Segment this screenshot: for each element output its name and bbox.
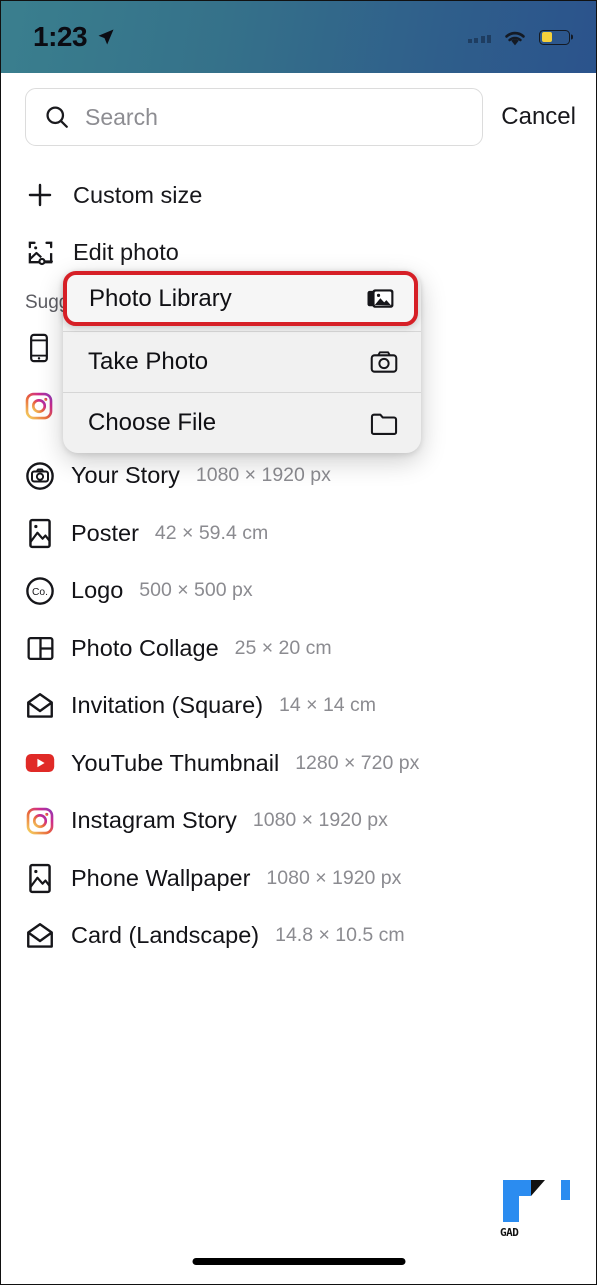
list-item-name: Phone Wallpaper: [71, 864, 251, 891]
watermark-logo: GAD: [499, 1176, 589, 1248]
status-bar: 1:23: [1, 1, 596, 73]
list-item-name: Invitation (Square): [71, 692, 264, 719]
list-item-name: Instagram Story: [71, 807, 237, 834]
list-item-dimensions: 1280 × 720 px: [295, 751, 420, 774]
phone-screen: 1:23 Search Cancel Custom size Edit phot…: [0, 0, 597, 1285]
list-item[interactable]: Poster 42 × 59.4 cm: [1, 505, 596, 563]
list-item[interactable]: Phone Wallpaper 1080 × 1920 px: [1, 850, 596, 908]
popup-item-label: Photo Library: [89, 284, 232, 312]
wifi-icon: [505, 31, 525, 45]
search-placeholder: Search: [85, 103, 158, 130]
search-icon: [46, 106, 68, 128]
popup-item-label: Take Photo: [88, 348, 209, 375]
list-item-name: Card (Landscape): [71, 922, 260, 949]
folder-icon: [369, 408, 399, 438]
list-item-name: Logo: [71, 577, 124, 604]
company-logo-icon: Co.: [25, 576, 55, 606]
svg-text:Co.: Co.: [32, 587, 48, 598]
list-item-name: YouTube Thumbnail: [71, 749, 280, 776]
home-indicator[interactable]: [192, 1258, 405, 1265]
envelope-icon: [25, 921, 55, 951]
edit-photo-option[interactable]: Edit photo: [25, 232, 179, 272]
battery-low-power-icon: [539, 29, 570, 45]
edit-photo-icon: [25, 237, 55, 267]
status-bar-left: 1:23: [33, 21, 116, 53]
list-item-dimensions: 25 × 20 cm: [234, 636, 332, 659]
list-item[interactable]: Co. Logo 500 × 500 px: [1, 562, 596, 620]
cancel-button[interactable]: Cancel: [497, 103, 580, 131]
list-item-dimensions: 14.8 × 10.5 cm: [275, 924, 405, 947]
list-item-dimensions: 500 × 500 px: [139, 579, 253, 602]
circle-camera-icon: [25, 461, 55, 491]
popup-item-choose-file[interactable]: Choose File: [63, 393, 421, 453]
envelope-icon: [25, 691, 55, 721]
list-item[interactable]: YouTube Thumbnail 1280 × 720 px: [1, 735, 596, 793]
photo-stack-icon: [366, 284, 396, 314]
cellular-bars-icon: [467, 31, 491, 43]
list-item-name: Poster: [71, 519, 139, 546]
search-row: Search Cancel: [1, 79, 596, 155]
search-input[interactable]: Search: [25, 88, 484, 146]
popup-item-take-photo[interactable]: Take Photo: [63, 332, 421, 392]
collage-grid-icon: [25, 633, 55, 663]
popup-item-label: Choose File: [88, 409, 217, 436]
portrait-image-icon: [25, 518, 55, 548]
list-item-name: Photo Collage: [71, 634, 219, 661]
list-item-dimensions: 1080 × 1920 px: [252, 809, 388, 832]
list-item-dimensions: 14 × 14 cm: [279, 694, 377, 717]
list-item[interactable]: Photo Collage 25 × 20 cm: [1, 620, 596, 678]
list-item-dimensions: 1080 × 1920 px: [195, 464, 331, 487]
youtube-icon: [25, 748, 55, 778]
edit-photo-label: Edit photo: [73, 238, 179, 265]
popup-item-photo-library[interactable]: Photo Library: [63, 271, 418, 326]
camera-icon: [369, 347, 399, 377]
watermark-mark: [503, 1180, 570, 1222]
list-item[interactable]: Card (Landscape) 14.8 × 10.5 cm: [1, 907, 596, 965]
custom-size-option[interactable]: Custom size: [25, 175, 202, 215]
list-item[interactable]: Instagram Story 1080 × 1920 px: [1, 792, 596, 850]
list-item-name: Your Story: [71, 462, 180, 489]
instagram-icon: [25, 806, 55, 836]
custom-size-label: Custom size: [73, 181, 203, 208]
clock-time: 1:23: [33, 21, 88, 52]
watermark-text: GAD: [500, 1226, 519, 1239]
list-item[interactable]: Your Story 1080 × 1920 px: [1, 447, 596, 505]
location-arrow-icon: [98, 29, 114, 45]
list-item-dimensions: 1080 × 1920 px: [266, 866, 402, 889]
list-item[interactable]: Invitation (Square) 14 × 14 cm: [1, 677, 596, 735]
status-bar-right: [467, 28, 570, 47]
portrait-image-icon: [25, 863, 55, 893]
list-item-dimensions: 42 × 59.4 cm: [154, 521, 269, 544]
plus-icon: [25, 180, 55, 210]
